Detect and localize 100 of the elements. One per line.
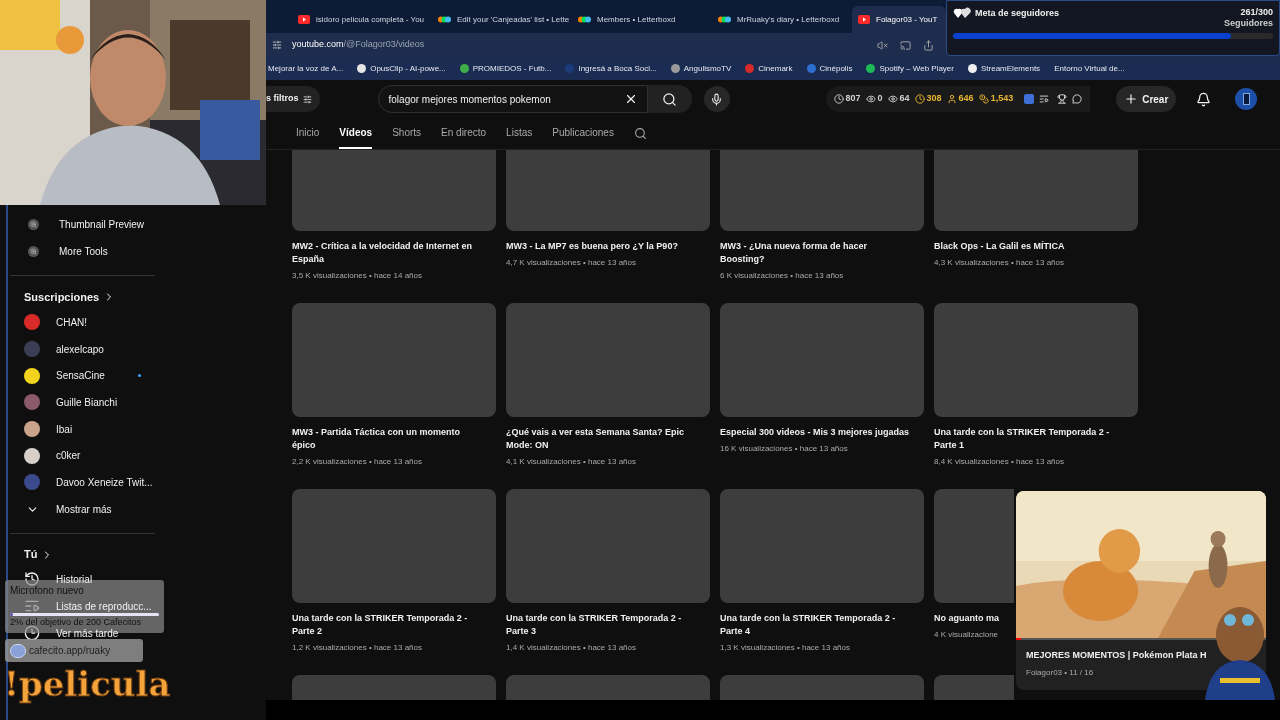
sidebar-item[interactable]: More Tools [59, 244, 108, 259]
subscription-item[interactable]: Davoo Xeneize Twit... [56, 474, 153, 490]
video-title[interactable]: Una tarde con la STRIKER Temporada 2 - Parte 4 [720, 612, 912, 638]
video-thumbnail[interactable] [720, 489, 924, 603]
video-meta: 8,4 K visualizaciones • hace 13 años [934, 456, 1064, 468]
list-icon[interactable] [1039, 94, 1050, 104]
bookmark[interactable]: Mejorar la voz de A... [268, 62, 344, 75]
video-title[interactable]: No aguanto ma [934, 612, 999, 625]
subscription-item[interactable]: Guille Bianchi [56, 394, 118, 410]
notifications-icon[interactable] [1196, 91, 1212, 107]
channel-tab[interactable]: Inicio [296, 118, 320, 149]
mute-icon[interactable] [877, 39, 888, 51]
create-button[interactable]: Crear [1116, 86, 1177, 112]
stat-value: 0 [877, 92, 883, 106]
search-icon[interactable] [633, 127, 647, 140]
video-thumbnail[interactable] [934, 150, 1138, 231]
bookmark[interactable]: PROMIEDOS - Futb... [459, 62, 552, 75]
avatar-icon[interactable] [1235, 88, 1258, 110]
clock-icon [914, 94, 925, 104]
bookmark[interactable]: Ingresá a Boca Soci... [565, 62, 657, 75]
goal-title: Meta de seguidores [975, 7, 1060, 20]
filter-chip[interactable]: s filtros [266, 86, 320, 112]
bookmark[interactable]: Cinépolis [806, 62, 853, 75]
video-title[interactable]: Una tarde con la STRIKER Temporada 2 - Parte 3 [506, 612, 698, 638]
section-heading[interactable]: Tú [24, 546, 38, 563]
video-title[interactable]: MW3 - La MP7 es buena pero ¿Y la P90? [506, 240, 678, 253]
bookmark[interactable]: Spotify – Web Player [866, 62, 954, 75]
extension-icon[interactable] [1024, 94, 1035, 104]
video-title[interactable]: Una tarde con la STRIKER Temporada 2 - Parte 1 [934, 426, 1126, 452]
video-title[interactable]: MW3 - Partida Táctica con un momento épico [292, 426, 484, 452]
stat-value: 646 [958, 92, 974, 106]
channel-tab[interactable]: Listas [506, 118, 533, 149]
voice-search-button[interactable] [703, 86, 730, 112]
share-icon[interactable] [923, 39, 934, 51]
section-heading[interactable]: Suscripciones [24, 288, 100, 306]
search-field[interactable]: folagor mejores momentos pokemon [377, 85, 648, 113]
video-title[interactable]: MW3 - ¿Una nueva forma de hacer Boosting? [720, 240, 912, 266]
video-site-icon [858, 15, 870, 24]
cast-icon[interactable] [900, 39, 911, 51]
stat-value: 1,543 [990, 92, 1014, 106]
sidebar-item[interactable]: Thumbnail Preview [59, 217, 145, 232]
bookmark[interactable]: Entorno Virtual de... [1054, 62, 1125, 75]
video-title[interactable]: MW2 - Crítica a la velocidad de Internet en España [292, 240, 484, 266]
subscription-item[interactable]: CHAN! [56, 314, 88, 330]
video-thumbnail[interactable] [292, 489, 496, 603]
channel-tab[interactable]: Shorts [392, 118, 422, 149]
subscription-item[interactable]: c0ker [56, 448, 81, 464]
browser-tab[interactable]: Folagor03 - YouT [852, 6, 946, 33]
search-button[interactable] [647, 85, 692, 113]
video-title[interactable]: Black Ops - La Galil es MÍTICA [934, 240, 1065, 253]
video-title[interactable]: Una tarde con la STRIKER Temporada 2 - Parte 2 [292, 612, 484, 638]
video-thumbnail[interactable] [934, 303, 1138, 417]
browser-tab[interactable]: isidoro pelicula completa - You [292, 6, 428, 33]
bookmark[interactable]: Cinemark [745, 62, 793, 75]
stat-value: 807 [845, 92, 861, 106]
address-field[interactable]: youtube.com/@Folagor03/videos [292, 38, 425, 52]
browser-tab[interactable]: MrRuaky's diary • Letterboxd [712, 6, 848, 33]
subscription-item[interactable]: alexelcapo [56, 341, 104, 357]
video-thumbnail[interactable] [506, 303, 710, 417]
microphone-icon [710, 92, 723, 106]
site-settings-icon[interactable] [272, 40, 282, 50]
bookmark[interactable]: StreamElements [968, 62, 1041, 75]
video-meta: Folagor03 • 11 / 16 [1026, 666, 1095, 679]
sidebar-item[interactable]: Historial [56, 571, 93, 587]
browser-tab[interactable]: Edit your 'Canjeadas' list • Lette [432, 6, 568, 33]
video-meta: 1,2 K visualizaciones • hace 13 años [292, 642, 422, 654]
video-title[interactable]: Especial 300 videos - Mis 3 mejores jugadas [720, 426, 910, 439]
goal-title: Microfono nuevo [10, 584, 85, 598]
eye-icon [887, 94, 898, 104]
person-icon [946, 94, 957, 104]
video-meta: 4,7 K visualizaciones • hace 13 años [506, 257, 636, 269]
video-title[interactable]: ¿Qué vais a ver esta Semana Santa? Epic Mode: ON [506, 426, 698, 452]
three-dots-icon [718, 15, 731, 24]
video-thumbnail[interactable] [292, 150, 496, 231]
sidebar-item[interactable]: Ver más tarde [56, 625, 119, 641]
video-thumbnail[interactable] [720, 150, 924, 231]
three-dots-icon [578, 15, 591, 24]
video-meta: 1,3 K visualizaciones • hace 13 años [720, 642, 850, 654]
video-thumbnail[interactable] [292, 303, 496, 417]
sidebar-item[interactable]: Listas de reproducc... [56, 598, 152, 614]
subscription-item[interactable]: Ibai [56, 421, 73, 437]
coins-icon [978, 94, 989, 104]
video-thumbnail[interactable] [506, 150, 710, 231]
channel-tab[interactable]: Publicaciones [552, 118, 614, 149]
chat-icon[interactable] [1072, 94, 1083, 104]
video-thumbnail[interactable] [720, 303, 924, 417]
show-more-button[interactable]: Mostrar más [56, 501, 112, 517]
bookmark[interactable]: OpusClip - AI-powe... [357, 62, 446, 75]
goal-count: 261/300 [1240, 7, 1273, 18]
plus-icon [1124, 92, 1139, 106]
browser-tab[interactable]: Members • Letterboxd [572, 6, 708, 33]
subscription-item[interactable]: SensaCine [56, 368, 105, 384]
bookmark[interactable]: AngulismoTV [670, 62, 732, 75]
video-thumbnail[interactable] [506, 489, 710, 603]
search-icon [662, 91, 677, 107]
trophy-icon[interactable] [1057, 94, 1068, 104]
video-thumbnail[interactable] [934, 489, 1014, 603]
channel-tab[interactable]: En directo [441, 118, 487, 149]
video-meta: 4 K visualizacione [934, 629, 999, 641]
eye-icon [865, 94, 876, 104]
